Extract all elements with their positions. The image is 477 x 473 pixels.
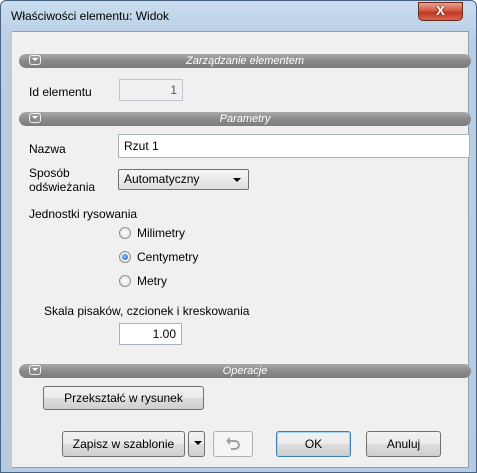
undo-icon [226,437,240,450]
dialog-window: Właściwości elementu: Widok X Zarządzani… [0,0,477,473]
scale-input[interactable]: 1.00 [119,323,182,345]
refresh-label-line1: Sposób [29,166,70,180]
name-input[interactable]: Rzut 1 [118,134,470,158]
save-template-button[interactable]: Zapisz w szablonie [62,431,185,457]
ok-button[interactable]: OK [276,431,351,457]
units-label: Jednostki rysowania [29,207,138,221]
close-button[interactable]: X [418,2,463,21]
name-label: Nazwa [29,142,66,156]
id-field: 1 [119,79,183,101]
window-title: Właściwości elementu: Widok [11,9,170,23]
collapse-icon[interactable] [29,113,41,123]
refresh-mode-value: Automatyczny [124,172,200,186]
radio-label-metry[interactable]: Metry [137,274,167,288]
section-title: Zarządzanie elementem [185,55,304,67]
radio-label-centymetry[interactable]: Centymetry [137,250,198,264]
section-header-management[interactable]: Zarządzanie elementem [19,54,471,68]
scrollbar-track[interactable] [9,31,12,468]
save-template-dropdown-button[interactable] [188,431,205,457]
radio-label-milimetry[interactable]: Milimetry [137,226,185,240]
collapse-icon[interactable] [29,365,41,375]
chevron-down-icon [233,178,241,182]
section-title: Parametry [219,113,271,125]
section-title: Operacje [222,365,268,377]
chevron-down-icon [194,441,202,445]
cancel-button[interactable]: Anuluj [366,431,441,457]
convert-to-drawing-button[interactable]: Przekształć w rysunek [43,386,204,410]
id-label: Id elementu [29,85,92,99]
refresh-label-line2: odświeżania [29,180,96,194]
section-header-parameters[interactable]: Parametry [19,112,471,126]
undo-button[interactable] [213,431,253,457]
collapse-icon[interactable] [29,55,41,65]
radio-metry[interactable] [119,275,131,287]
scale-label: Skala pisaków, czcionek i kreskowania [44,304,250,318]
title-bar[interactable]: Właściwości elementu: Widok X [1,1,476,31]
radio-milimetry[interactable] [119,227,131,239]
refresh-mode-select[interactable]: Automatyczny [118,169,249,190]
section-header-operations[interactable]: Operacje [19,364,471,378]
radio-centymetry[interactable] [119,251,131,263]
